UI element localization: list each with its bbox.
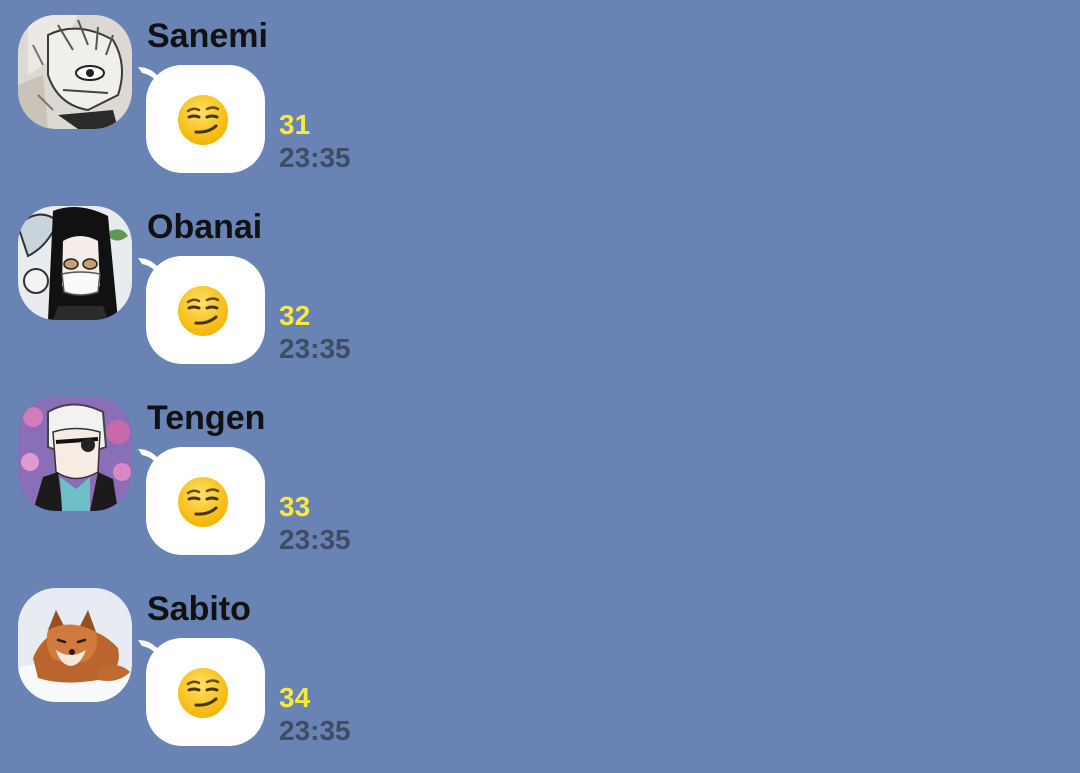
- message-bubble[interactable]: [138, 638, 265, 746]
- smirking-face-icon: [176, 475, 230, 529]
- message-timestamp: 23:35: [279, 142, 351, 173]
- read-count: 34: [279, 682, 311, 713]
- read-count: 32: [279, 300, 311, 331]
- message-row: Obanai 32 23:35: [0, 191, 1080, 382]
- message-timestamp: 23:35: [279, 715, 351, 746]
- avatar[interactable]: [18, 206, 132, 320]
- bubble-tail: [138, 449, 162, 471]
- sender-name: Sanemi: [147, 17, 268, 55]
- smirking-face-icon: [176, 666, 230, 720]
- avatar[interactable]: [18, 15, 132, 129]
- chat-message-list: Sanemi 31 23:35 Obanai 32 23:35 Tengen 3…: [0, 0, 1080, 773]
- avatar[interactable]: [18, 588, 132, 702]
- tengen-avatar-icon: [18, 397, 132, 511]
- obanai-avatar-icon: [18, 206, 132, 320]
- sender-name: Sabito: [147, 590, 251, 628]
- read-count: 31: [279, 109, 311, 140]
- message-bubble[interactable]: [138, 65, 265, 173]
- avatar[interactable]: [18, 397, 132, 511]
- sender-name: Tengen: [147, 399, 266, 437]
- message-timestamp: 23:35: [279, 333, 351, 364]
- message-bubble[interactable]: [138, 256, 265, 364]
- message-row: Sabito 34 23:35: [0, 573, 1080, 764]
- message-bubble[interactable]: [138, 447, 265, 555]
- sender-name: Obanai: [147, 208, 263, 246]
- fox-avatar-icon: [18, 588, 132, 702]
- smirking-face-icon: [176, 93, 230, 147]
- message-row: Sanemi 31 23:35: [0, 0, 1080, 191]
- message-timestamp: 23:35: [279, 524, 351, 555]
- bubble-tail: [138, 67, 162, 89]
- sanemi-avatar-icon: [18, 15, 132, 129]
- message-row: Tengen 33 23:35: [0, 382, 1080, 573]
- read-count: 33: [279, 491, 311, 522]
- bubble-tail: [138, 640, 162, 662]
- smirking-face-icon: [176, 284, 230, 338]
- bubble-tail: [138, 258, 162, 280]
